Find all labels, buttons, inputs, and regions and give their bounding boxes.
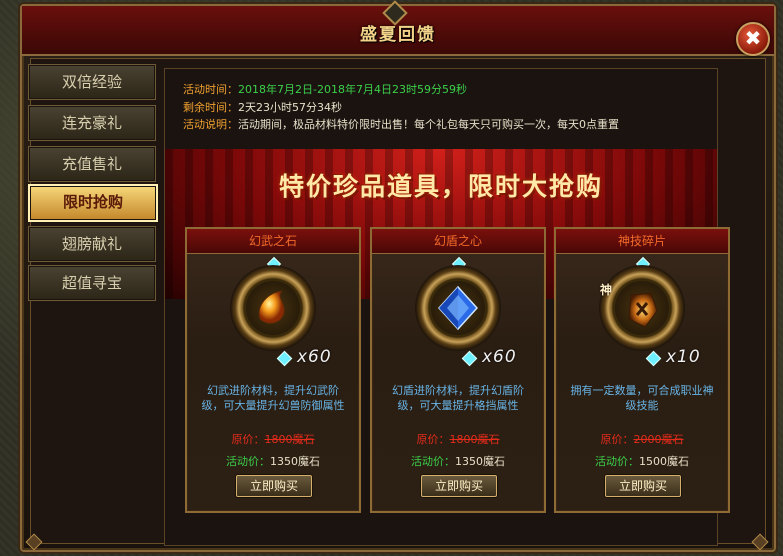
item-card: 神技碎片 神 x10 拥有一定数量，可合成职业神级技能 原价：2000魔石 活动… (554, 227, 730, 513)
close-button[interactable]: ✖ (736, 22, 770, 56)
divine-skill-fragment-icon (628, 292, 658, 328)
buy-now-button[interactable]: 立即购买 (236, 475, 312, 497)
original-price-label: 原价： (231, 433, 265, 446)
shield-crystal-icon (437, 285, 479, 331)
time-value: 2018年7月2日-2018年7月4日23时59分59秒 (238, 83, 467, 96)
item-quantity: x60 (297, 347, 332, 367)
buy-now-button[interactable]: 立即购买 (605, 475, 681, 497)
item-name: 幻武之石 (187, 229, 359, 254)
buy-now-button[interactable]: 立即购买 (421, 475, 497, 497)
item-quantity: x60 (482, 347, 517, 367)
event-price: 活动价：1500魔石 (556, 453, 728, 469)
original-price-value: 1800魔石 (264, 433, 315, 446)
item-card: 幻武之石 x60 幻武进阶材料，提升幻武阶级，可大量提升幻兽防御属性 原价：18… (185, 227, 361, 513)
item-medal[interactable] (415, 265, 501, 351)
item-frame (431, 281, 485, 335)
sale-headline: 特价珍品道具，限时大抢购 (278, 172, 603, 201)
event-price: 活动价：1350魔石 (187, 453, 359, 469)
tab-recharge-sale[interactable]: 充值售礼 (28, 146, 156, 182)
original-price: 原价：1800魔石 (372, 431, 544, 447)
tab-flash-sale[interactable]: 限时抢购 (28, 184, 158, 222)
event-price-value: 1500魔石 (639, 455, 689, 468)
event-price-value: 1350魔石 (455, 455, 505, 468)
item-description: 幻武进阶材料，提升幻武阶级，可大量提升幻兽防御属性 (201, 384, 345, 412)
divine-badge: 神 (600, 283, 613, 297)
item-frame (615, 281, 669, 335)
event-price-label: 活动价： (595, 455, 639, 468)
event-price-label: 活动价： (226, 455, 270, 468)
event-info: 活动时间：2018年7月2日-2018年7月4日23时59分59秒 剩余时间：2… (183, 81, 619, 134)
quantity-gem-icon (276, 350, 293, 367)
item-medal[interactable] (599, 265, 685, 351)
item-name: 幻盾之心 (372, 229, 544, 254)
original-price: 原价：2000魔石 (556, 431, 728, 447)
item-frame (246, 281, 300, 335)
item-description: 拥有一定数量，可合成职业神级技能 (570, 384, 714, 412)
remaining-value: 2天23小时57分34秒 (238, 100, 342, 114)
description-label: 活动说明： (183, 118, 238, 131)
original-price: 原价：1800魔石 (187, 431, 359, 447)
tab-wing-gift[interactable]: 翅膀献礼 (28, 226, 156, 262)
original-price-label: 原价： (600, 433, 634, 446)
original-price-value: 1800魔石 (449, 433, 500, 446)
window-title: 盛夏回馈 (360, 25, 436, 45)
flash-sale-panel: 活动时间：2018年7月2日-2018年7月4日23时59分59秒 剩余时间：2… (164, 68, 730, 546)
phantom-stone-icon (258, 290, 285, 324)
quantity-gem-icon (645, 350, 662, 367)
time-label: 活动时间： (183, 83, 238, 96)
tab-recharge-gift[interactable]: 连充豪礼 (28, 105, 156, 141)
item-medal[interactable] (230, 265, 316, 351)
item-description: 幻盾进阶材料，提升幻盾阶级，可大量提升格挡属性 (392, 384, 524, 412)
remaining-label: 剩余时间： (183, 100, 238, 114)
original-price-value: 2000魔石 (633, 433, 684, 446)
tab-double-exp[interactable]: 双倍经验 (28, 64, 156, 100)
item-card: 幻盾之心 x60 幻盾进阶材料，提升幻盾阶级，可大量提升格挡属性 原价：1800… (370, 227, 546, 513)
event-price-value: 1350魔石 (270, 455, 320, 468)
quantity-gem-icon (461, 350, 478, 367)
item-quantity: x10 (666, 347, 701, 367)
description-value: 活动期间，极品材料特价限时出售！每个礼包每天只可购买一次，每天0点重置 (238, 118, 619, 131)
window-titlebar: 盛夏回馈 (22, 0, 774, 56)
original-price-label: 原价： (416, 433, 450, 446)
event-price-label: 活动价： (411, 455, 455, 468)
tab-treasure-hunt[interactable]: 超值寻宝 (28, 265, 156, 301)
event-price: 活动价：1350魔石 (372, 453, 544, 469)
item-name: 神技碎片 (556, 229, 728, 254)
